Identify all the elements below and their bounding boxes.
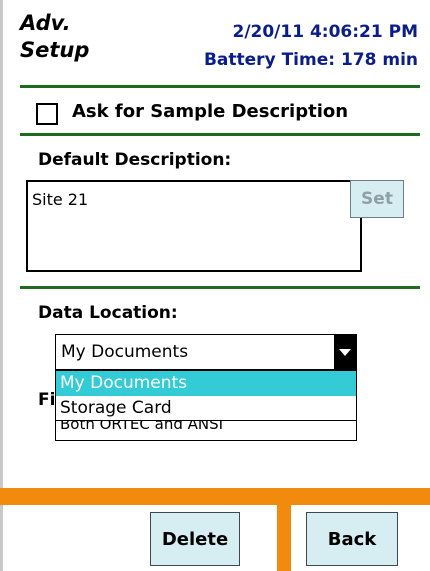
- chevron-down-icon[interactable]: [334, 335, 356, 369]
- footer-accent-divider: [277, 505, 291, 571]
- sample-description-label: Ask for Sample Description: [72, 101, 349, 122]
- window-edge: [0, 0, 3, 571]
- page-title-line1: Adv.: [20, 11, 71, 35]
- divider: [20, 133, 420, 136]
- default-description-input[interactable]: Site 21: [26, 180, 362, 272]
- dropdown-option-storage-card[interactable]: Storage Card: [56, 396, 356, 421]
- data-location-value: My Documents: [61, 342, 189, 362]
- default-description-label: Default Description:: [38, 150, 232, 170]
- datetime-label: 2/20/11 4:06:21 PM: [232, 22, 418, 42]
- back-button[interactable]: Back: [306, 512, 398, 566]
- battery-label: Battery Time: 178 min: [203, 50, 418, 70]
- divider: [20, 286, 420, 289]
- page-title: Adv. Setup: [20, 10, 89, 64]
- data-location-label: Data Location:: [38, 303, 178, 323]
- dropdown-option-my-documents[interactable]: My Documents: [56, 371, 356, 396]
- delete-button[interactable]: Delete: [150, 512, 240, 566]
- set-button[interactable]: Set: [350, 180, 404, 218]
- file-format-label: Fi: [38, 390, 56, 410]
- divider: [20, 85, 420, 88]
- data-location-dropdown: My Documents Storage Card: [55, 370, 357, 421]
- page-title-line2: Setup: [20, 38, 90, 62]
- footer-accent-bar: [0, 488, 430, 505]
- data-location-select[interactable]: My Documents: [55, 334, 357, 370]
- sample-description-checkbox[interactable]: [36, 103, 58, 125]
